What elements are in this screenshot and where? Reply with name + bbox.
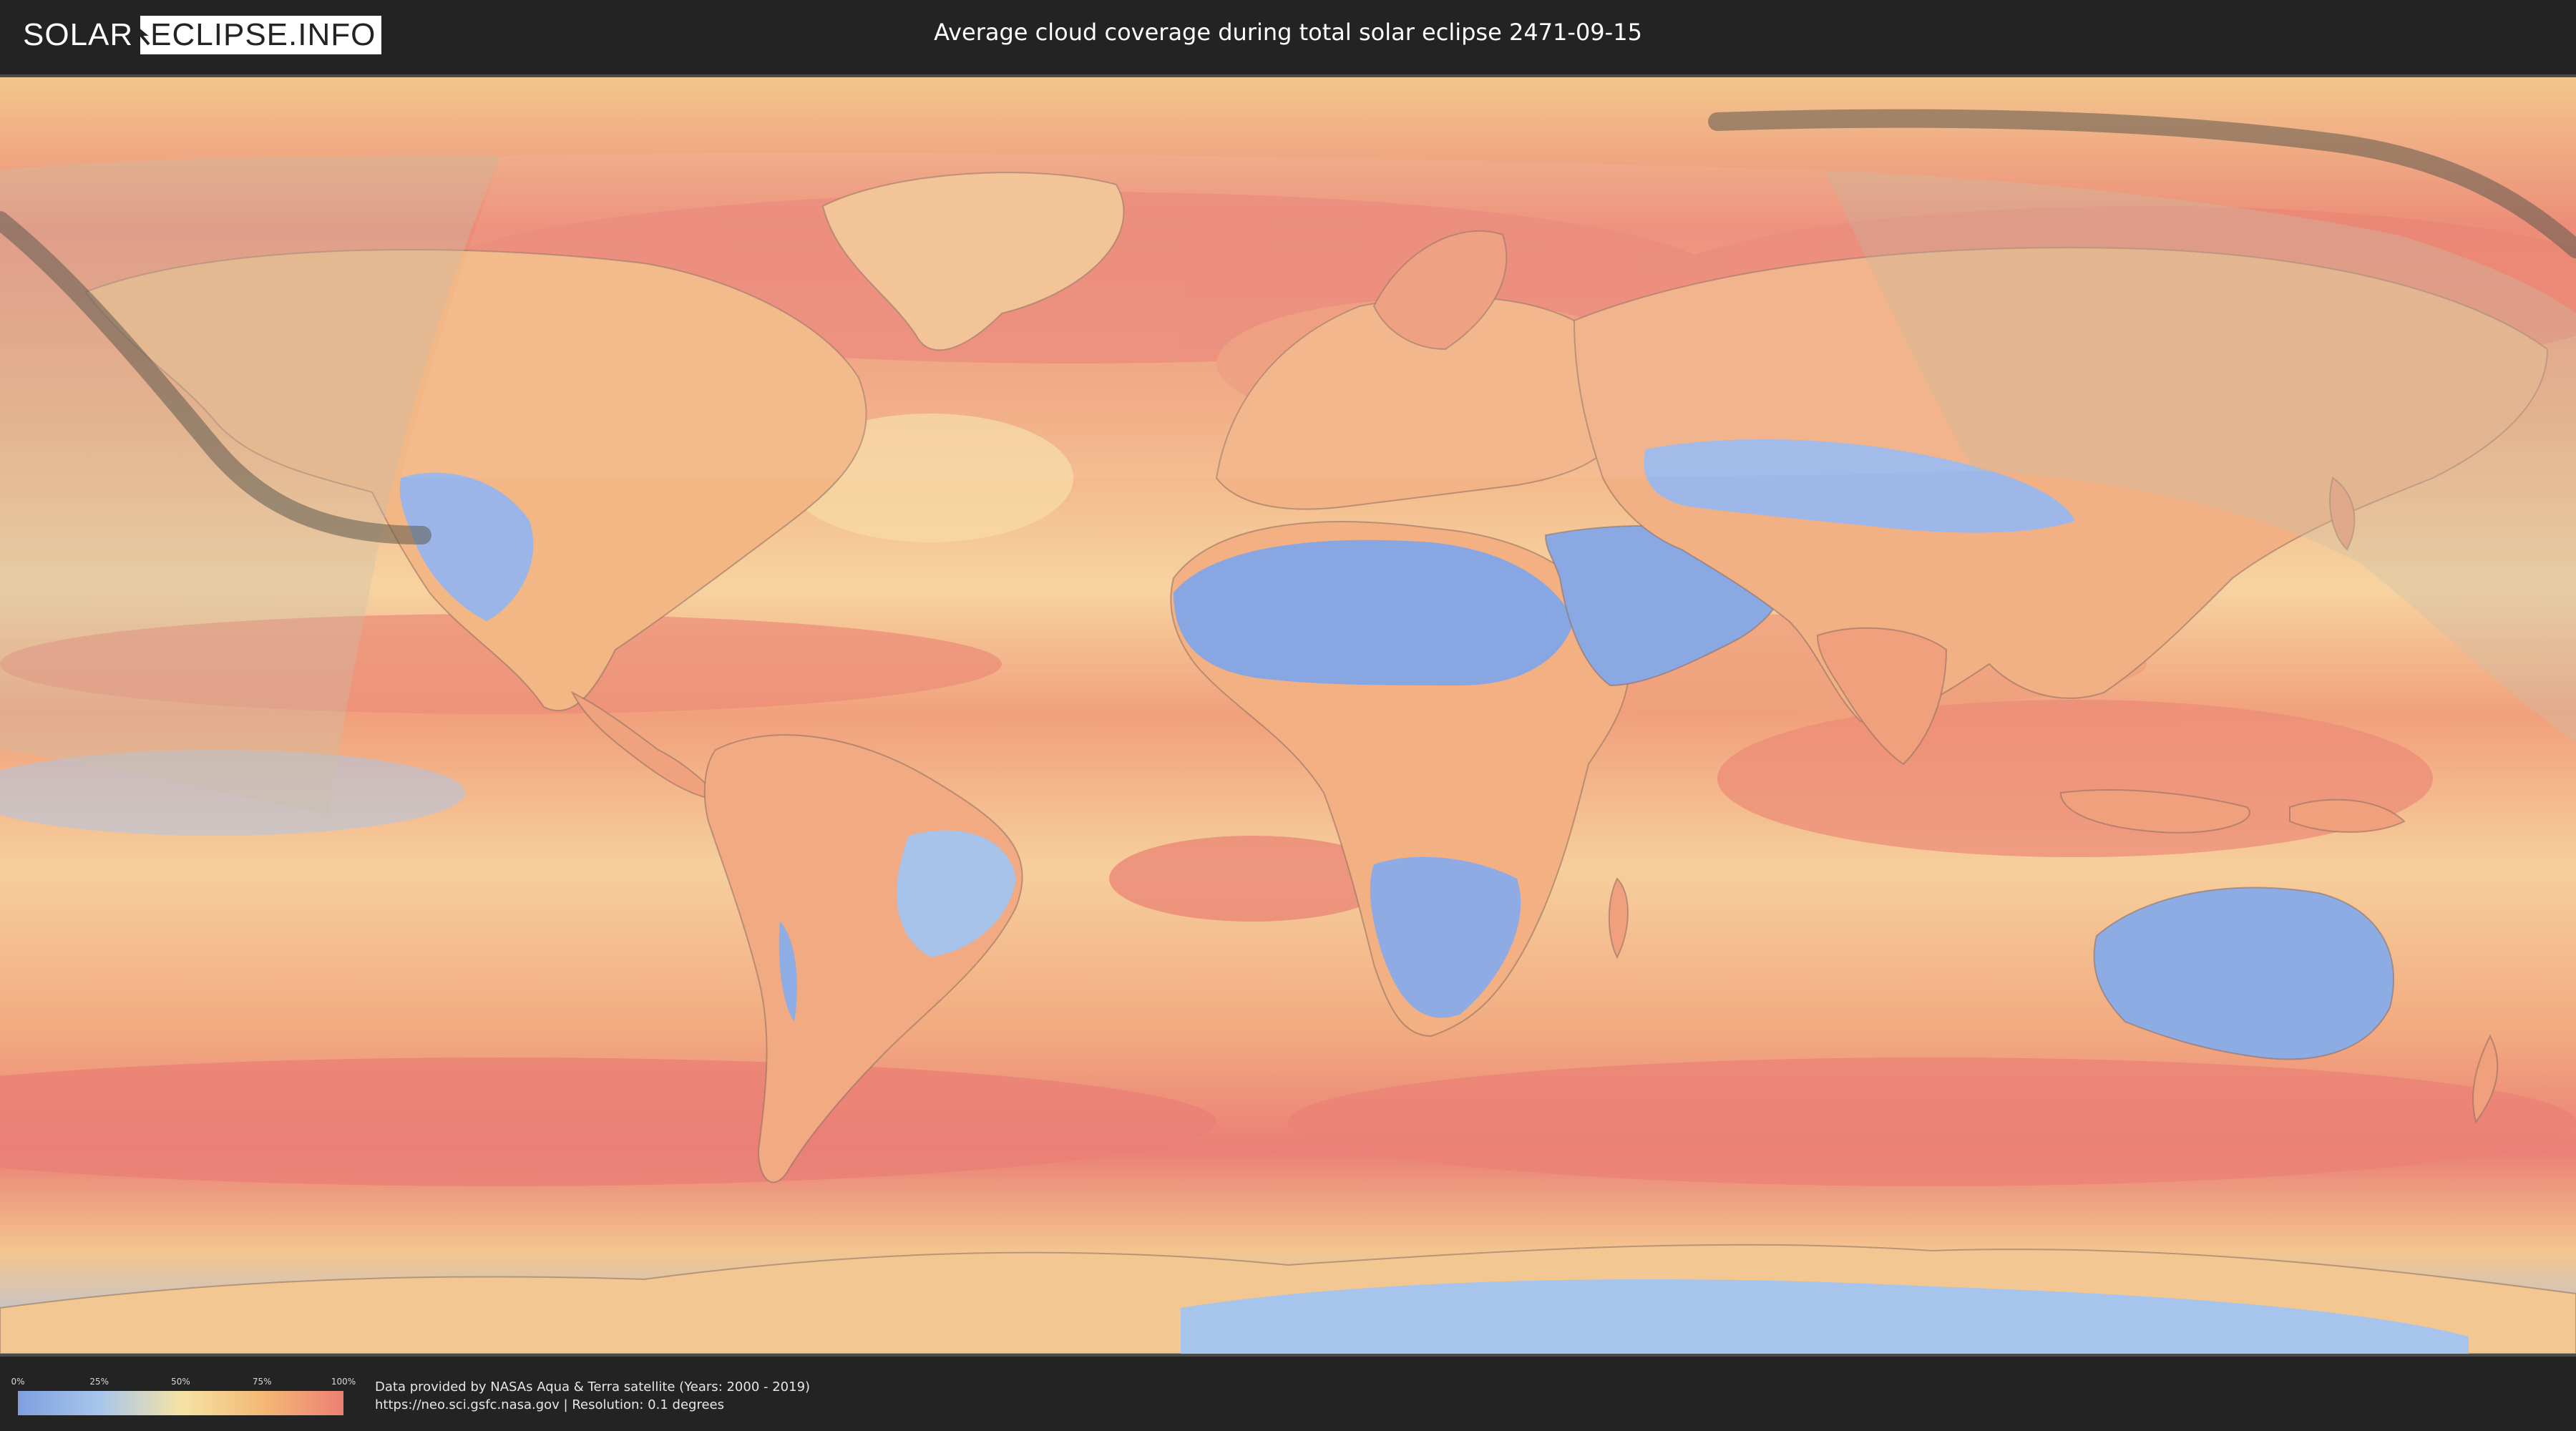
cloud-coverage-legend: 0% 25% 50% 75% 100% xyxy=(11,1377,356,1415)
penumbra-zone-top xyxy=(401,153,1975,478)
legend-ticks: 0% 25% 50% 75% 100% xyxy=(11,1377,356,1388)
legend-tick: 50% xyxy=(171,1377,190,1387)
top-bar: SOLAR ECLIPSE.INFO Average cloud coverag… xyxy=(0,0,2576,72)
cloud-coverage-map[interactable] xyxy=(0,74,2576,1357)
data-source-line: Data provided by NASAs Aqua & Terra sate… xyxy=(375,1379,811,1395)
data-source-url-line: https://neo.sci.gsfc.nasa.gov | Resoluti… xyxy=(375,1397,724,1412)
legend-tick: 100% xyxy=(331,1377,356,1387)
legend-tick: 75% xyxy=(252,1377,272,1387)
data-source-credit: Data provided by NASAs Aqua & Terra sate… xyxy=(375,1378,810,1414)
legend-color-bar xyxy=(18,1391,343,1415)
page-title: Average cloud coverage during total sola… xyxy=(934,19,1642,46)
world-map-svg xyxy=(0,77,2576,1354)
legend-tick: 0% xyxy=(11,1377,25,1387)
footer: 0% 25% 50% 75% 100% Data provided by NAS… xyxy=(0,1357,2576,1431)
legend-tick: 25% xyxy=(89,1377,109,1387)
